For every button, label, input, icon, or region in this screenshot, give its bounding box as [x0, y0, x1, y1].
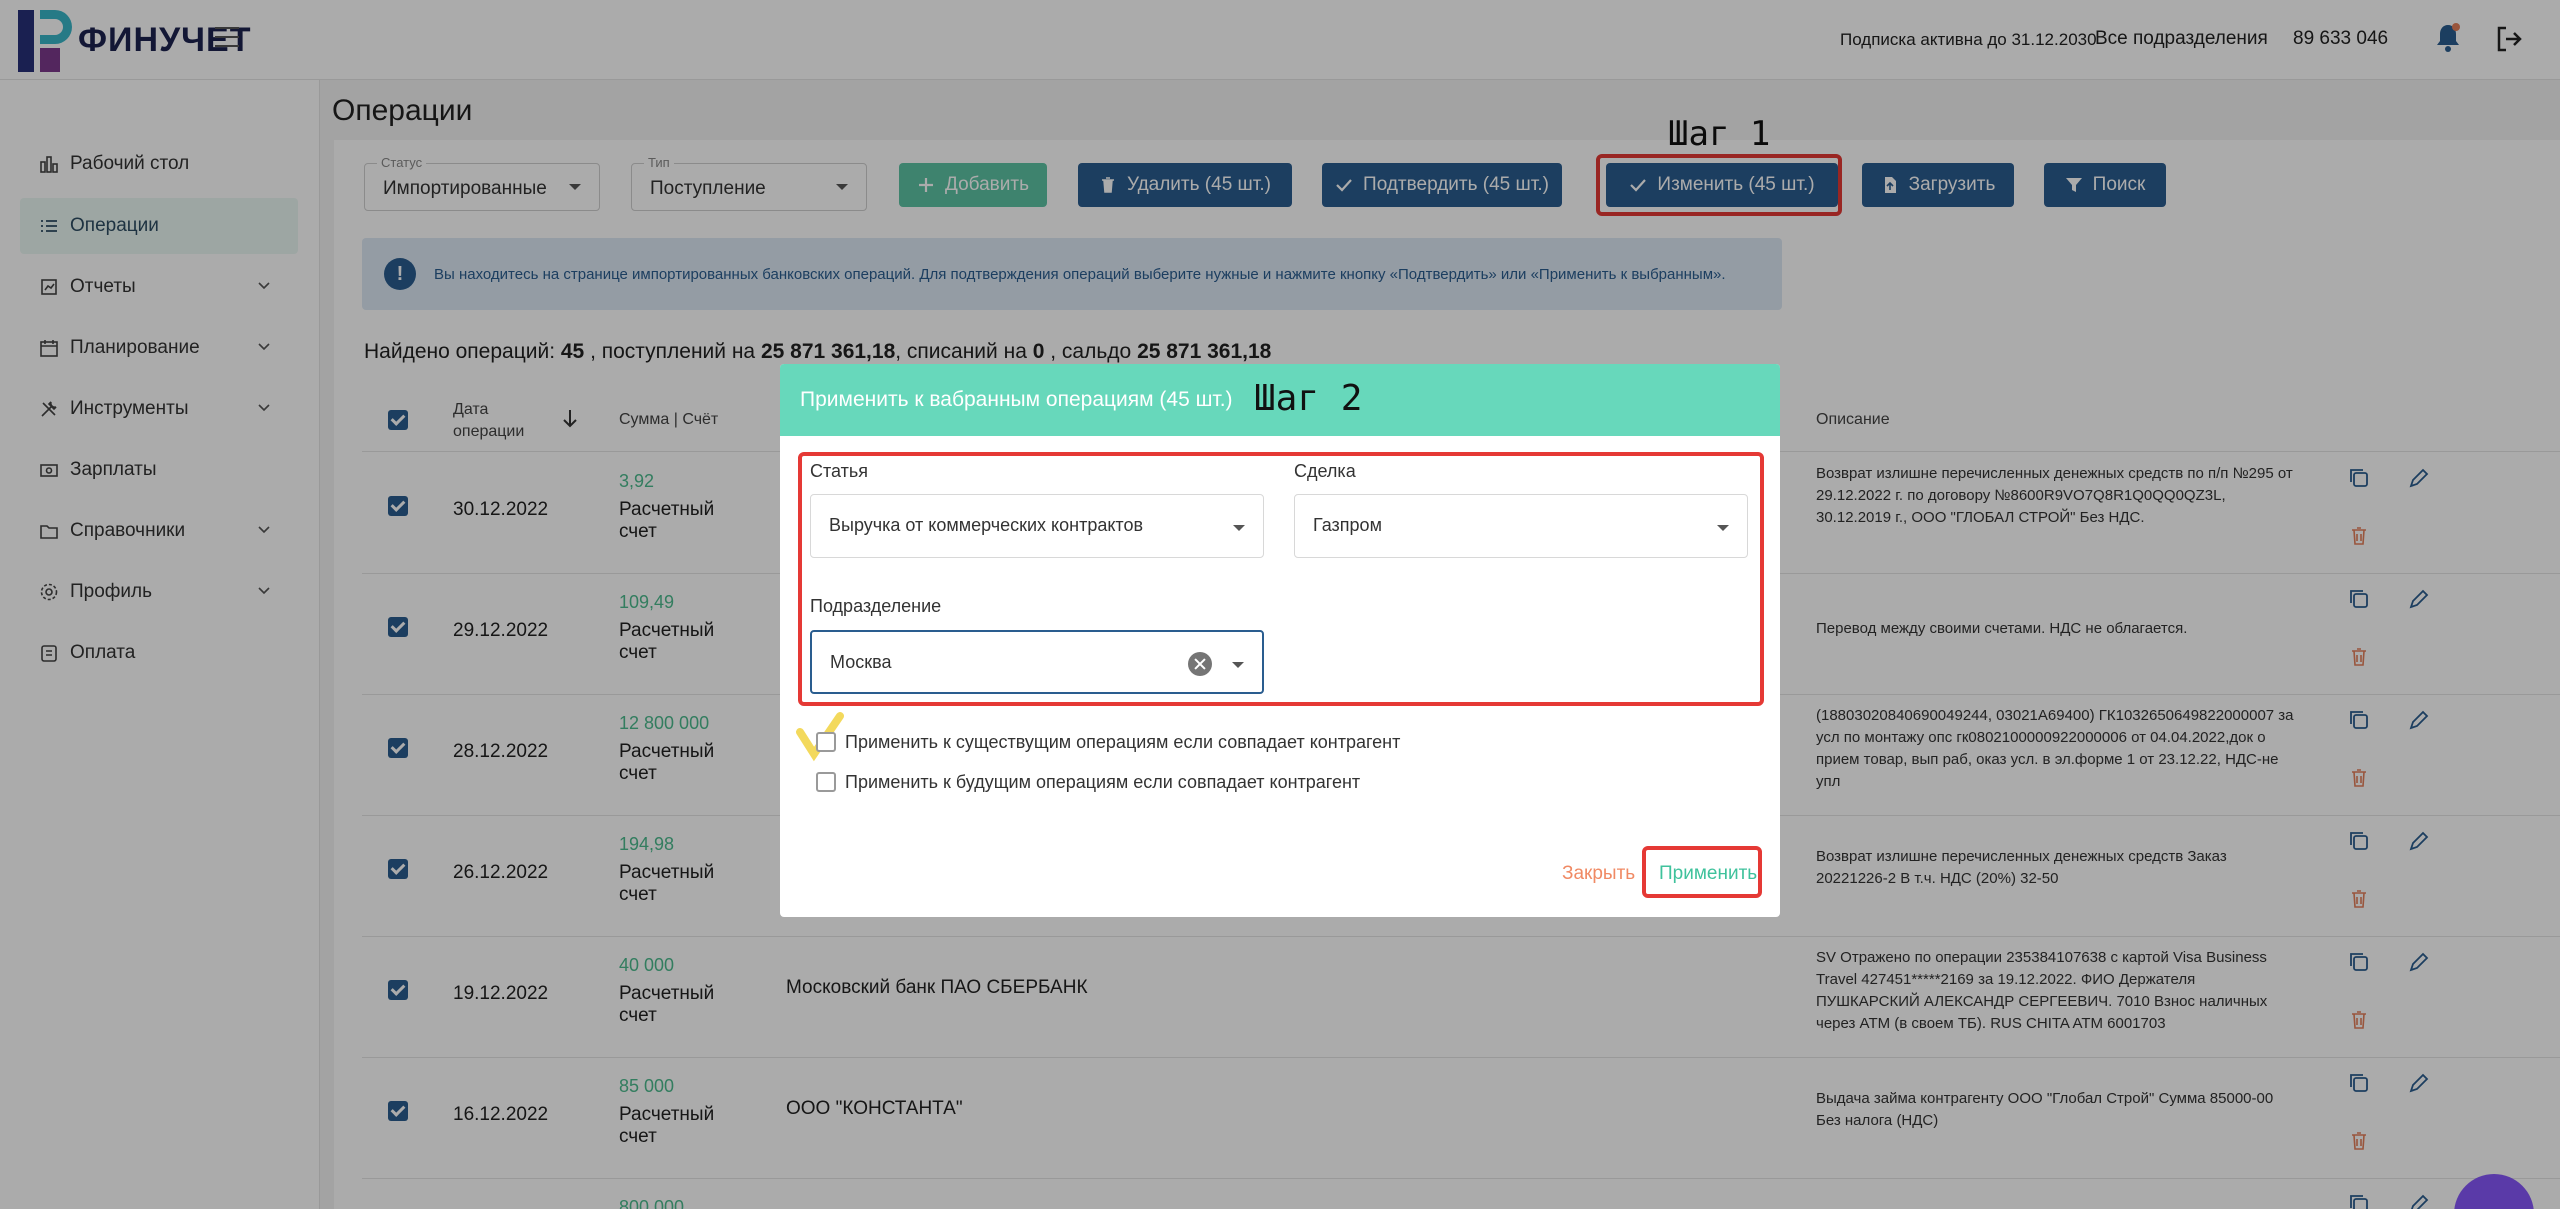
- modal-title: Применить к вабранным операциям (45 шт.): [800, 388, 1233, 411]
- step2-apply-highlight: [1642, 846, 1762, 898]
- step2-annotation: Шаг 2: [1254, 378, 1363, 419]
- apply-existing-label: Применить к существущим операциям если с…: [845, 732, 1401, 752]
- apply-future-checkbox[interactable]: [816, 772, 836, 792]
- close-button[interactable]: Закрыть: [1562, 863, 1635, 885]
- modal-header: Применить к вабранным операциям (45 шт.)…: [780, 364, 1780, 436]
- apply-future-label: Применить к будущим операциям если совпа…: [845, 772, 1361, 792]
- step2-fields-highlight: [798, 452, 1764, 706]
- apply-existing-checkbox[interactable]: [816, 732, 836, 752]
- apply-to-selected-modal: Применить к вабранным операциям (45 шт.)…: [780, 364, 1780, 917]
